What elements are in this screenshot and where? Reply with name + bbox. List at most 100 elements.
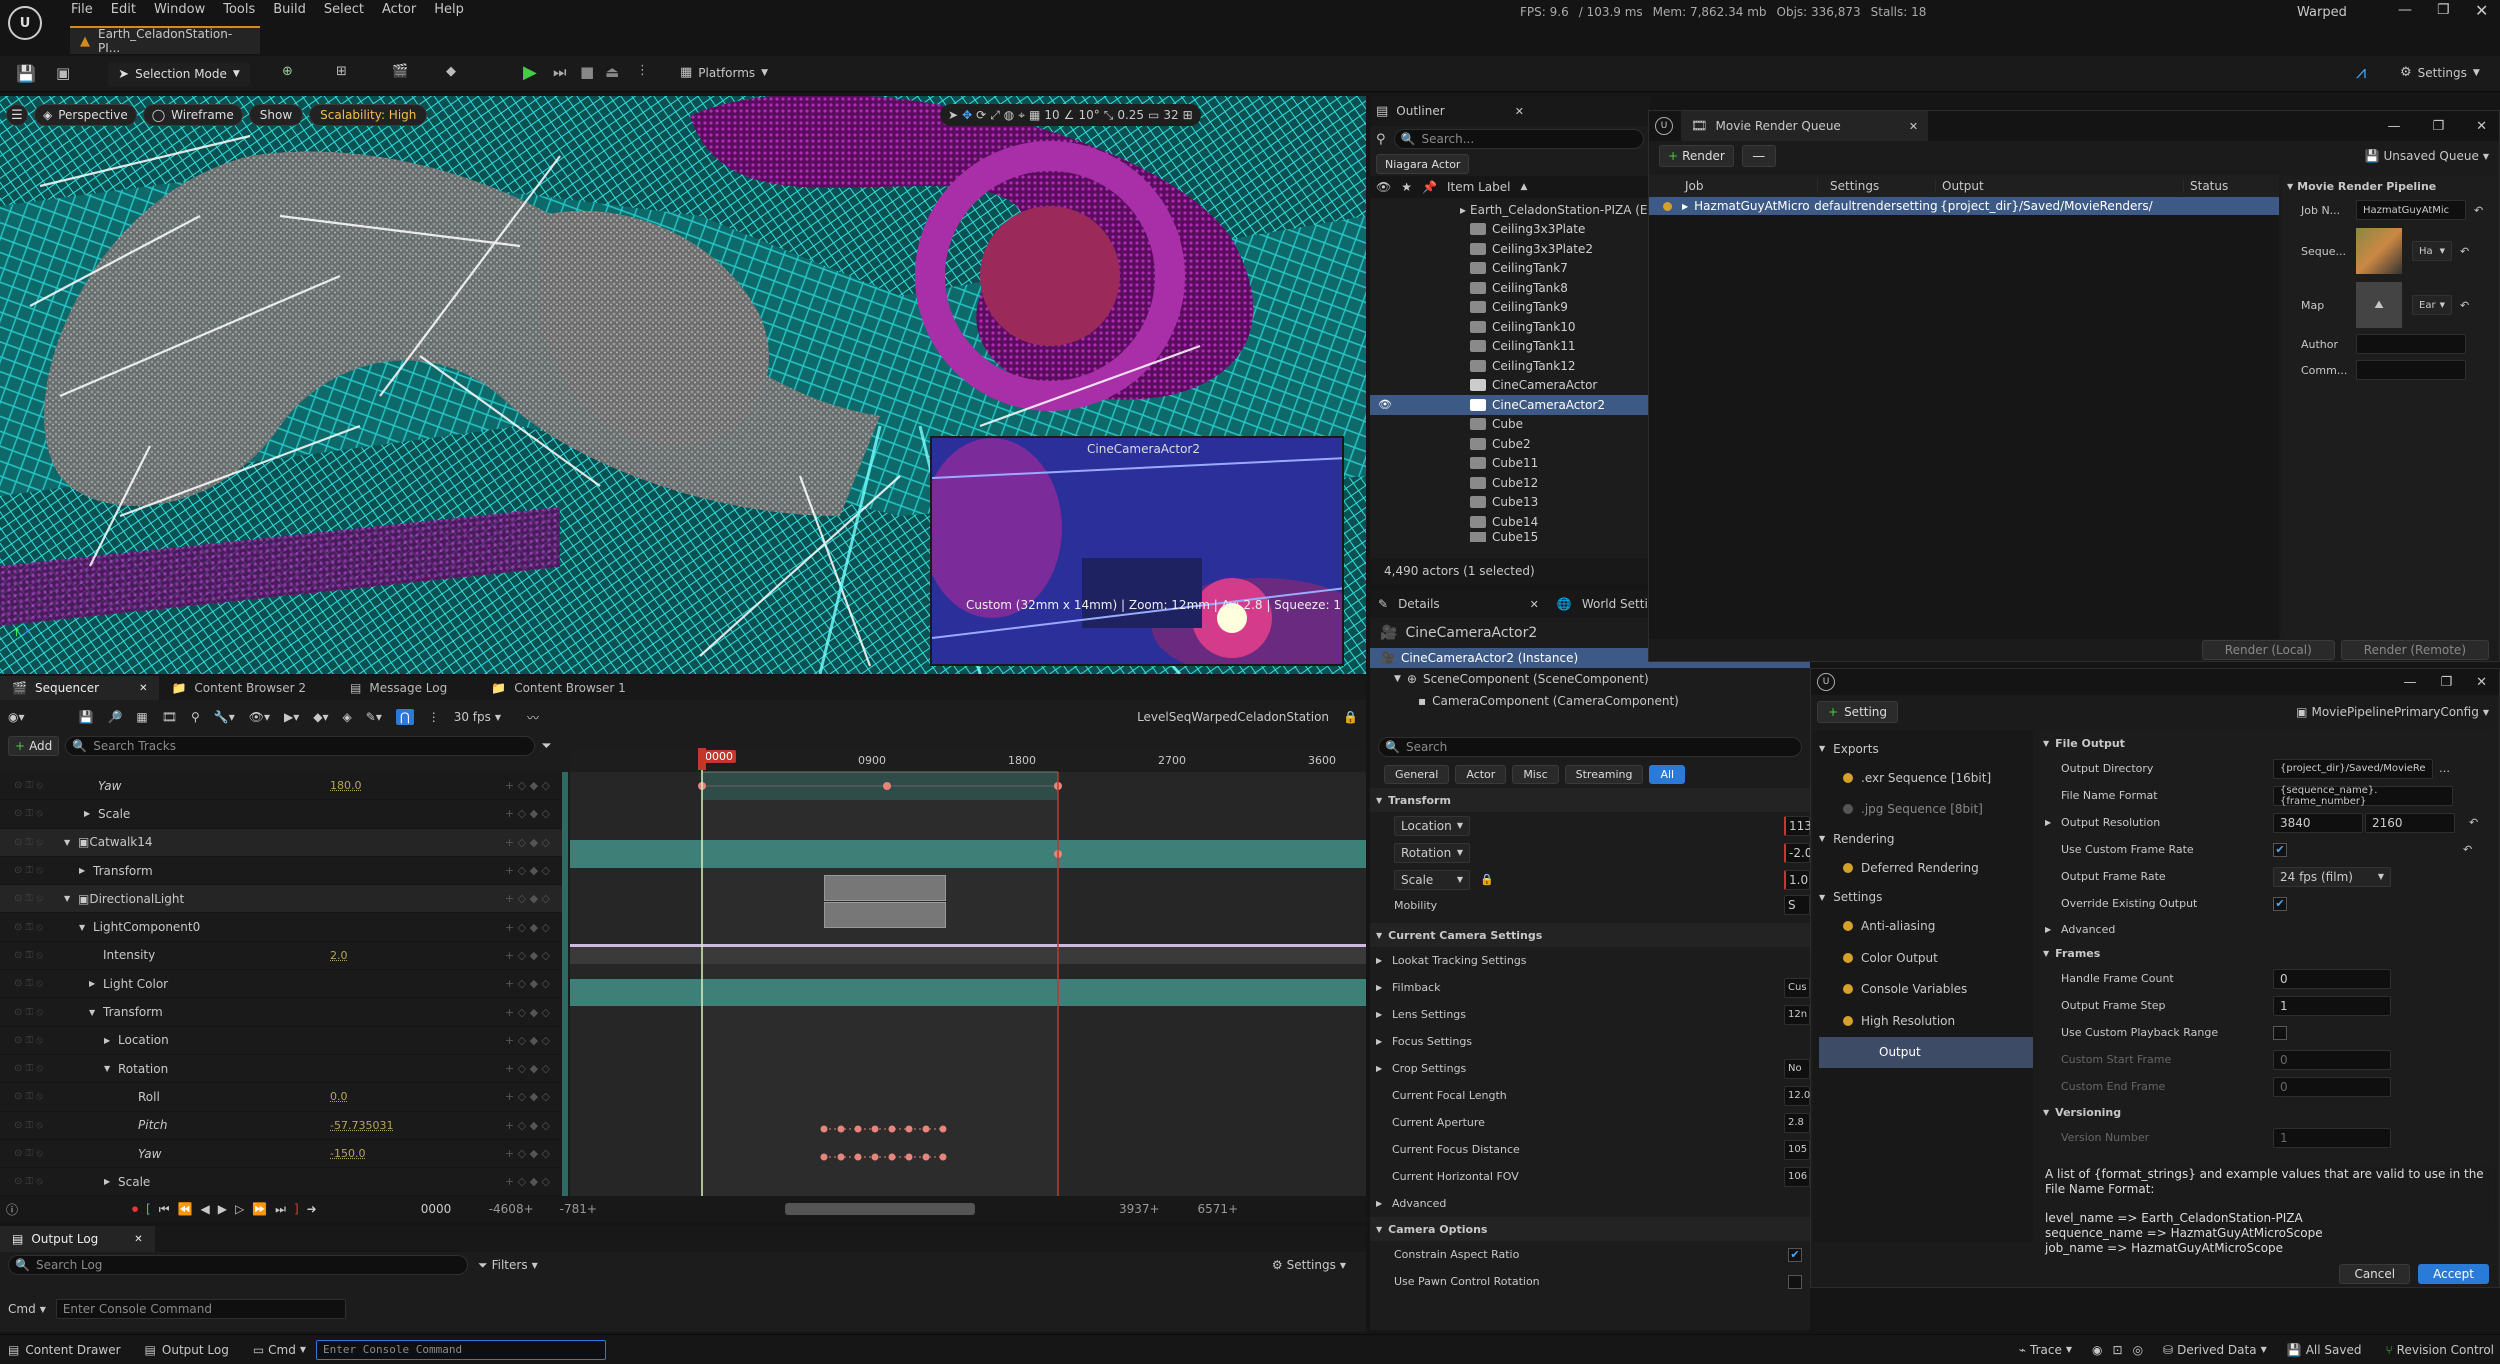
comment-field[interactable]: [2356, 360, 2466, 380]
view-range-end[interactable]: 6571+: [1198, 1202, 1239, 1216]
log-settings-dropdown[interactable]: ⚙ Settings ▼: [1272, 1258, 1346, 1272]
outliner-item[interactable]: CineCameraActor: [1370, 376, 1650, 396]
outliner-item-selected[interactable]: 👁 CineCameraActor2: [1370, 395, 1650, 415]
filter-general[interactable]: General: [1384, 764, 1450, 784]
log-filters-dropdown[interactable]: ⏷ Filters ▼: [478, 1258, 538, 1273]
track-row[interactable]: ⊙ ⚿ ⦸ Pitch -57.735031 + ◇ ◆ ◇: [0, 1112, 562, 1140]
filter-actor[interactable]: Actor: [1455, 764, 1507, 784]
edit-icon[interactable]: ✎▾: [366, 710, 382, 724]
eye-icon[interactable]: 👁: [1378, 398, 1392, 411]
setting-enabled-toggle[interactable]: [1843, 1015, 1853, 1026]
track-state-icons[interactable]: ⊙ ⚿ ⦸: [0, 780, 84, 791]
expand-arrow-icon[interactable]: ▶: [1376, 1199, 1392, 1208]
expand-arrow-icon[interactable]: ▶: [1376, 1064, 1392, 1073]
maximize-viewport-icon[interactable]: ⊞: [1183, 108, 1193, 122]
config-item[interactable]: High Resolution: [1813, 1005, 2033, 1037]
item-label-column[interactable]: Item Label: [1447, 180, 1511, 194]
camera-setting-row[interactable]: Current Focal Length 12.0: [1370, 1082, 1810, 1109]
key-controls[interactable]: + ◇ ◆ ◇: [505, 892, 550, 905]
track-row[interactable]: ⊙ ⚿ ⦸ ▼ ▣ Catwalk14 + ◇ ◆ ◇: [0, 828, 562, 857]
track-row[interactable]: ⊙ ⚿ ⦸ ▼ Transform + ◇ ◆ ◇: [0, 998, 562, 1027]
outliner-item[interactable]: Ceiling3x3Plate2: [1370, 239, 1650, 259]
track-row[interactable]: ⊙ ⚿ ⦸ Yaw 180.0 + ◇ ◆ ◇: [0, 772, 562, 801]
track-value[interactable]: -150.0: [330, 1147, 450, 1160]
platforms-dropdown[interactable]: ▦ Platforms ▼: [680, 65, 768, 80]
tab-sequencer[interactable]: 🎬 Sequencer ✕: [0, 676, 160, 700]
camera-setting-value[interactable]: Cus: [1784, 977, 1810, 998]
track-search-input[interactable]: 🔍 Search Tracks: [65, 736, 536, 756]
working-range-end[interactable]: 3937+: [1119, 1202, 1160, 1216]
reset-icon[interactable]: ↶: [2460, 245, 2469, 258]
maximize-icon[interactable]: ❐: [2437, 2, 2450, 18]
key-controls[interactable]: + ◇ ◆ ◇: [505, 1175, 550, 1188]
config-item[interactable]: Anti-aliasing: [1813, 911, 2033, 943]
settings-button[interactable]: ⚙ Settings ▼: [2400, 65, 2480, 80]
track-row[interactable]: ⊙ ⚿ ⦸ ▶ Light Color + ◇ ◆ ◇: [0, 970, 562, 999]
custom-range-checkbox[interactable]: [2273, 1025, 2287, 1040]
expand-arrow-icon[interactable]: ▶: [1376, 1037, 1392, 1046]
camera-settings-section-header[interactable]: ▼ Current Camera Settings: [1370, 923, 1810, 947]
key-controls[interactable]: + ◇ ◆ ◇: [505, 1147, 550, 1160]
playback-options-icon[interactable]: ▶▾: [284, 710, 299, 724]
expand-arrow-icon[interactable]: ▼: [104, 1064, 118, 1073]
status-console-input[interactable]: Enter Console Command: [316, 1339, 607, 1360]
track-state-icons[interactable]: ⊙ ⚿ ⦸: [0, 865, 79, 876]
step-icon[interactable]: ⏭: [553, 63, 567, 81]
fps-dropdown[interactable]: 30 fps ▼: [454, 710, 501, 724]
expand-arrow-icon[interactable]: ▼: [79, 923, 93, 932]
key-controls[interactable]: + ◇ ◆ ◇: [505, 779, 550, 792]
step-back-icon[interactable]: ◀: [200, 1202, 209, 1216]
key-controls[interactable]: + ◇ ◆ ◇: [505, 1090, 550, 1103]
outliner-item[interactable]: Ceiling3x3Plate: [1370, 220, 1650, 240]
advanced-row[interactable]: ▶ Advanced: [2039, 917, 2495, 941]
camera-setting-row[interactable]: ▶ Focus Settings: [1370, 1028, 1810, 1055]
key-controls[interactable]: + ◇ ◆ ◇: [505, 807, 550, 820]
wireframe-button[interactable]: ◯ Wireframe: [142, 104, 243, 126]
setting-enabled-toggle[interactable]: [1843, 804, 1853, 815]
handle-frame-field[interactable]: 0: [2273, 968, 2391, 989]
camera-setting-value[interactable]: 12n: [1784, 1004, 1810, 1025]
key-controls[interactable]: + ◇ ◆ ◇: [505, 949, 550, 962]
reset-icon[interactable]: ↶: [2463, 843, 2472, 856]
track-value[interactable]: -57.735031: [330, 1119, 450, 1132]
render-movie-icon[interactable]: 🎞: [162, 710, 177, 724]
outliner-item[interactable]: Cube11: [1370, 454, 1650, 474]
content-drawer-button[interactable]: ▤ Content Drawer: [8, 1343, 121, 1357]
snap-magnet-icon[interactable]: ⋂: [395, 709, 414, 725]
tab-output-log[interactable]: ▤ Output Log ✕: [0, 1226, 155, 1252]
settings-column[interactable]: Settings: [1817, 179, 1935, 193]
perspective-button[interactable]: ◈ Perspective: [34, 104, 137, 126]
select-tool-icon[interactable]: ➤: [948, 108, 958, 122]
author-field[interactable]: [2356, 334, 2466, 354]
scalability-button[interactable]: Scalability: High: [309, 104, 428, 126]
save-icon[interactable]: 💾: [16, 64, 36, 83]
camera-speed-icon[interactable]: ▭: [1148, 108, 1159, 122]
track-value[interactable]: 0.0: [330, 1090, 450, 1103]
log-console-input[interactable]: Enter Console Command: [55, 1299, 346, 1319]
track-state-icons[interactable]: ⊙ ⚿ ⦸: [0, 1091, 124, 1102]
setting-enabled-toggle[interactable]: [1843, 952, 1853, 963]
unreal-logo[interactable]: U: [8, 6, 42, 40]
camera-setting-row[interactable]: ▶ Advanced: [1370, 1190, 1810, 1217]
browse-icon[interactable]: ▣: [56, 64, 70, 82]
close-icon[interactable]: ✕: [2475, 1, 2488, 20]
camera-setting-row[interactable]: Current Aperture 2.8: [1370, 1109, 1810, 1136]
track-value[interactable]: 2.0: [330, 949, 450, 962]
stop-icon[interactable]: ■: [580, 63, 594, 81]
camera-setting-value[interactable]: 12.0: [1784, 1085, 1810, 1106]
camera-icon[interactable]: ◎: [2133, 1343, 2143, 1357]
job-name-field[interactable]: HazmatGuyAtMic: [2356, 200, 2466, 220]
render-local-button[interactable]: Render (Local): [2201, 640, 2335, 660]
expand-arrow-icon[interactable]: ▶: [1376, 983, 1392, 992]
setting-enabled-toggle[interactable]: [1843, 772, 1853, 783]
lock-icon[interactable]: 🔒: [1480, 873, 1494, 886]
location-x-field[interactable]: 113: [1784, 815, 1810, 836]
scale-snap-icon[interactable]: ⤡: [1104, 108, 1114, 123]
rotation-dropdown[interactable]: Rotation ▼: [1394, 842, 1470, 863]
track-state-icons[interactable]: ⊙ ⚿ ⦸: [0, 1148, 124, 1159]
minimize-icon[interactable]: —: [2387, 119, 2400, 134]
map-dropdown[interactable]: Ear ▼: [2412, 295, 2452, 315]
key-tools-icon[interactable]: 🔧▾: [214, 710, 235, 724]
outliner-item[interactable]: Cube14: [1370, 512, 1650, 532]
play-icon[interactable]: ▶: [218, 1202, 227, 1216]
